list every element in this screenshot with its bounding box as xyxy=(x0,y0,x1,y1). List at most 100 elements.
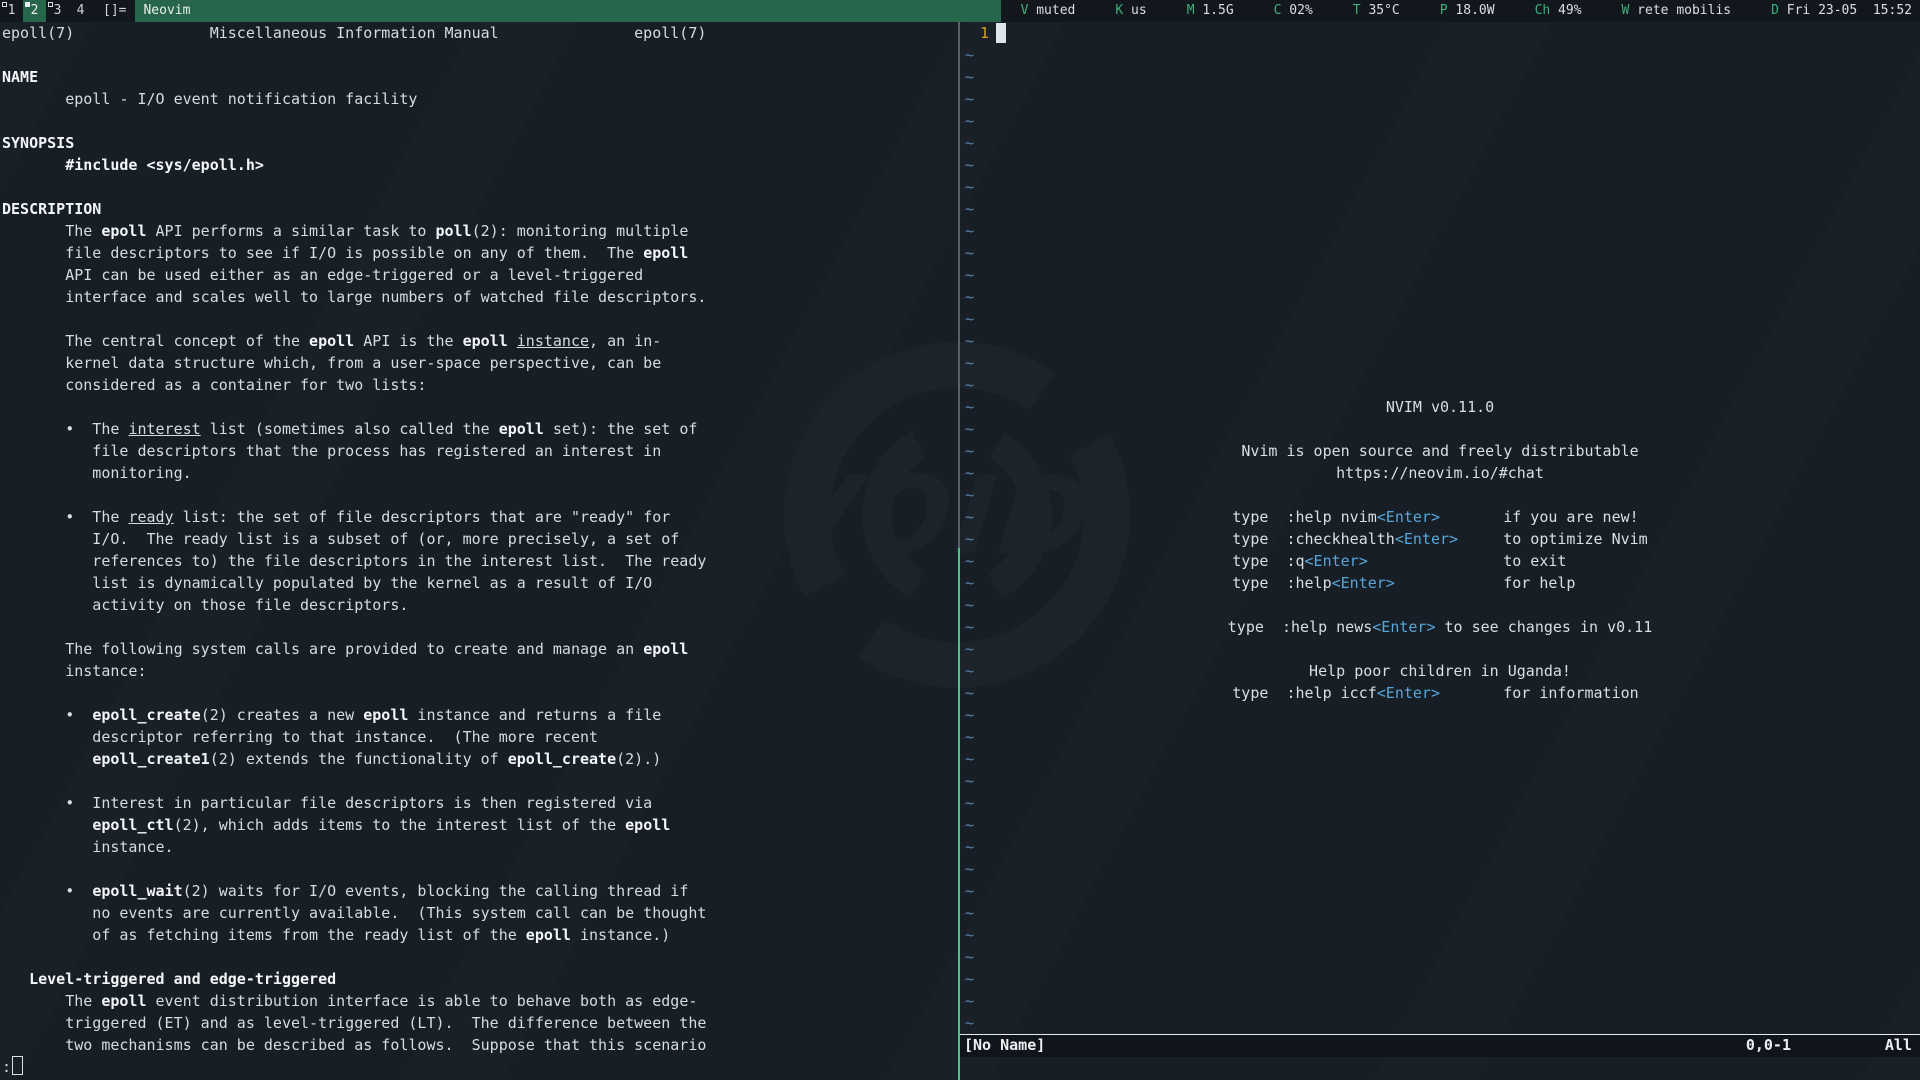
intro-line: type :help nvim<Enter> if you are new! xyxy=(1232,506,1647,528)
tilde: ~ xyxy=(965,726,974,748)
tilde: ~ xyxy=(965,330,974,352)
tilde: ~ xyxy=(965,110,974,132)
man-line: Level-triggered and edge-triggered xyxy=(2,968,958,990)
man-line: epoll_create1(2) extends the functionali… xyxy=(2,748,958,770)
tilde: ~ xyxy=(965,88,974,110)
man-line: The central concept of the epoll API is … xyxy=(2,330,958,352)
intro-line: type :help iccf<Enter> for information xyxy=(1232,682,1647,704)
tilde: ~ xyxy=(965,924,974,946)
man-line: instance. xyxy=(2,836,958,858)
tag-indicator xyxy=(2,2,7,7)
man-line: NAME xyxy=(2,66,958,88)
man-line: API can be used either as an edge-trigge… xyxy=(2,264,958,286)
man-line: interface and scales well to large numbe… xyxy=(2,286,958,308)
status-bar: 1234 []= Neovim V mutedK usM 1.5GC 02%T … xyxy=(0,0,1920,22)
scroll-indicator: All xyxy=(1885,1035,1912,1056)
pager-cursor xyxy=(12,1056,23,1075)
status-k: K us xyxy=(1115,0,1146,22)
tag-2[interactable]: 2 xyxy=(23,0,46,22)
man-line: • The ready list: the set of file descri… xyxy=(2,506,958,528)
cursor-position-ruler: 0,0-1 xyxy=(1746,1035,1791,1056)
man-line xyxy=(2,770,958,792)
nvim-cursor xyxy=(996,23,1006,43)
tilde: ~ xyxy=(965,132,974,154)
man-line: The epoll event distribution interface i… xyxy=(2,990,958,1012)
man-line: • Interest in particular file descriptor… xyxy=(2,792,958,814)
man-line xyxy=(2,682,958,704)
intro-line: Help poor children in Uganda! xyxy=(1309,660,1571,682)
tilde: ~ xyxy=(965,990,974,1012)
intro-line: type :checkhealth<Enter> to optimize Nvi… xyxy=(1232,528,1647,550)
intro-line: https://neovim.io/#chat xyxy=(1336,462,1544,484)
tilde: ~ xyxy=(965,374,974,396)
nvim-intro: NVIM v0.11.0 Nvim is open source and free… xyxy=(960,396,1920,704)
window-separator-top xyxy=(958,22,960,548)
layout-symbol[interactable]: []= xyxy=(92,0,135,22)
tag-3[interactable]: 3 xyxy=(46,0,69,22)
tilde: ~ xyxy=(965,308,974,330)
man-line: file descriptors that the process has re… xyxy=(2,440,958,462)
man-line: • epoll_create(2) creates a new epoll in… xyxy=(2,704,958,726)
man-line xyxy=(2,44,958,66)
neovim-window[interactable]: 1 ~~~~~~~~~~~~~~~~~~~~~~~~~~~~~~~~~~~~~~… xyxy=(960,22,1920,1080)
tilde: ~ xyxy=(965,968,974,990)
man-line: triggered (ET) and as level-triggered (L… xyxy=(2,1012,958,1034)
manpage-terminal[interactable]: epoll(7) Miscellaneous Information Manua… xyxy=(0,22,958,1080)
man-line: activity on those file descriptors. xyxy=(2,594,958,616)
status-ch: Ch 49% xyxy=(1535,0,1582,22)
tilde: ~ xyxy=(965,44,974,66)
tag-1[interactable]: 1 xyxy=(0,0,23,22)
man-line: considered as a container for two lists: xyxy=(2,374,958,396)
man-line xyxy=(2,110,958,132)
man-line: #include <sys/epoll.h> xyxy=(2,154,958,176)
man-line: references to) the file descriptors in t… xyxy=(2,550,958,572)
tag-indicator xyxy=(48,2,53,7)
tilde: ~ xyxy=(965,946,974,968)
intro-line: NVIM v0.11.0 xyxy=(1386,396,1494,418)
window-separator-bottom xyxy=(958,548,960,1080)
man-line: list is dynamically populated by the ker… xyxy=(2,572,958,594)
status-t: T 35°C xyxy=(1353,0,1400,22)
tilde: ~ xyxy=(965,154,974,176)
man-line: DESCRIPTION xyxy=(2,198,958,220)
man-line: • The interest list (sometimes also call… xyxy=(2,418,958,440)
status-p: P 18.0W xyxy=(1440,0,1495,22)
tilde: ~ xyxy=(965,814,974,836)
man-line xyxy=(2,858,958,880)
man-line: no events are currently available. (This… xyxy=(2,902,958,924)
man-line: The following system calls are provided … xyxy=(2,638,958,660)
man-line: epoll - I/O event notification facility xyxy=(2,88,958,110)
tilde: ~ xyxy=(965,264,974,286)
tilde: ~ xyxy=(965,836,974,858)
intro-line: type :q<Enter> to exit xyxy=(1232,550,1647,572)
tilde: ~ xyxy=(965,198,974,220)
status-d: D Fri 23-05 15:52 xyxy=(1771,0,1912,22)
tilde: ~ xyxy=(965,352,974,374)
tilde: ~ xyxy=(965,748,974,770)
tag-indicator xyxy=(25,2,30,7)
tilde: ~ xyxy=(965,792,974,814)
man-line[interactable]: : xyxy=(2,1056,958,1078)
man-line: instance: xyxy=(2,660,958,682)
status-c: C 02% xyxy=(1274,0,1313,22)
man-line xyxy=(2,484,958,506)
intro-line: type :help<Enter> for help xyxy=(1232,572,1647,594)
intro-line: type :help news<Enter> to see changes in… xyxy=(1228,616,1652,638)
man-line xyxy=(2,946,958,968)
man-line xyxy=(2,308,958,330)
tilde: ~ xyxy=(965,286,974,308)
line-number: 1 xyxy=(980,22,989,44)
tilde: ~ xyxy=(965,770,974,792)
status-m: M 1.5G xyxy=(1187,0,1234,22)
man-line xyxy=(2,396,958,418)
tag-4[interactable]: 4 xyxy=(69,0,92,22)
tilde: ~ xyxy=(965,220,974,242)
man-line: descriptor referring to that instance. (… xyxy=(2,726,958,748)
manpage-content: epoll(7) Miscellaneous Information Manua… xyxy=(0,22,958,1078)
nvim-statusline: [No Name] 0,0-1 All xyxy=(960,1034,1920,1057)
man-line: • epoll_wait(2) waits for I/O events, bl… xyxy=(2,880,958,902)
intro-line: Nvim is open source and freely distribut… xyxy=(1241,440,1638,462)
tilde: ~ xyxy=(965,704,974,726)
tilde: ~ xyxy=(965,242,974,264)
status-v: V muted xyxy=(1021,0,1076,22)
